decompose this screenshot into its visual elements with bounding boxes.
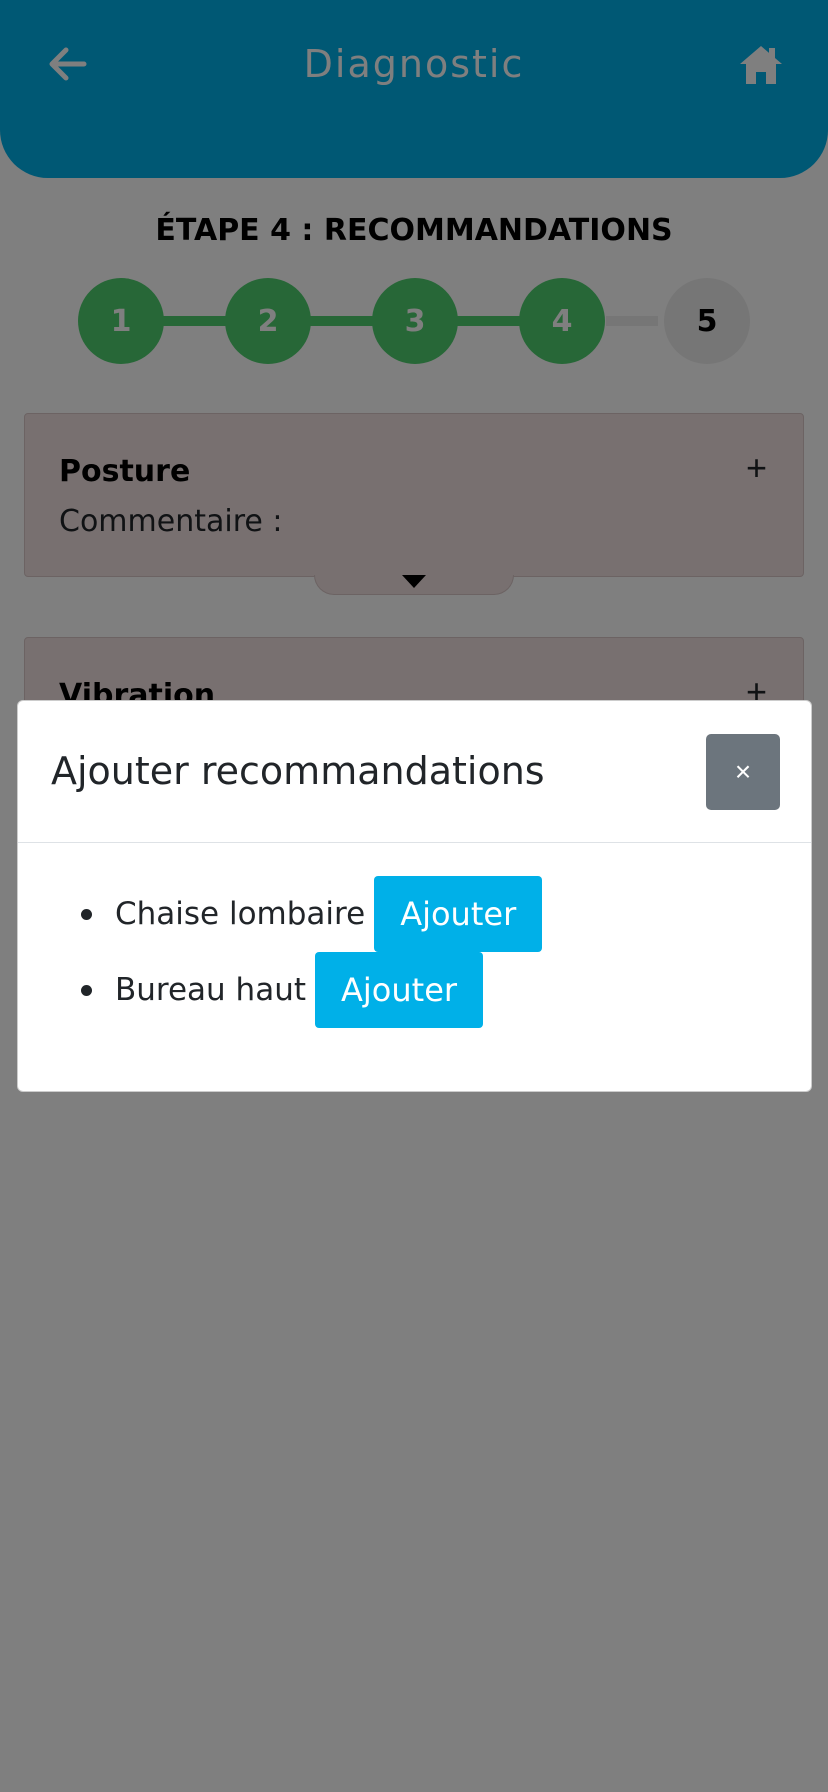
modal-title: Ajouter recommandations [51,749,545,793]
recommendation-label: Bureau haut [115,972,306,1008]
close-icon: × [734,756,752,787]
list-item: Bureau haut Ajouter [18,952,484,1028]
bullet [81,908,92,920]
list-item: Chaise lombaire Ajouter [18,876,543,952]
modal-header: Ajouter recommandations × [18,701,811,843]
add-button[interactable]: Ajouter [315,952,484,1028]
bullet [81,984,92,996]
recommendation-label: Chaise lombaire [115,896,366,932]
close-button[interactable]: × [706,734,780,810]
add-button[interactable]: Ajouter [374,876,543,952]
recommendations-modal: Ajouter recommandations × Chaise lombair… [17,700,812,1092]
